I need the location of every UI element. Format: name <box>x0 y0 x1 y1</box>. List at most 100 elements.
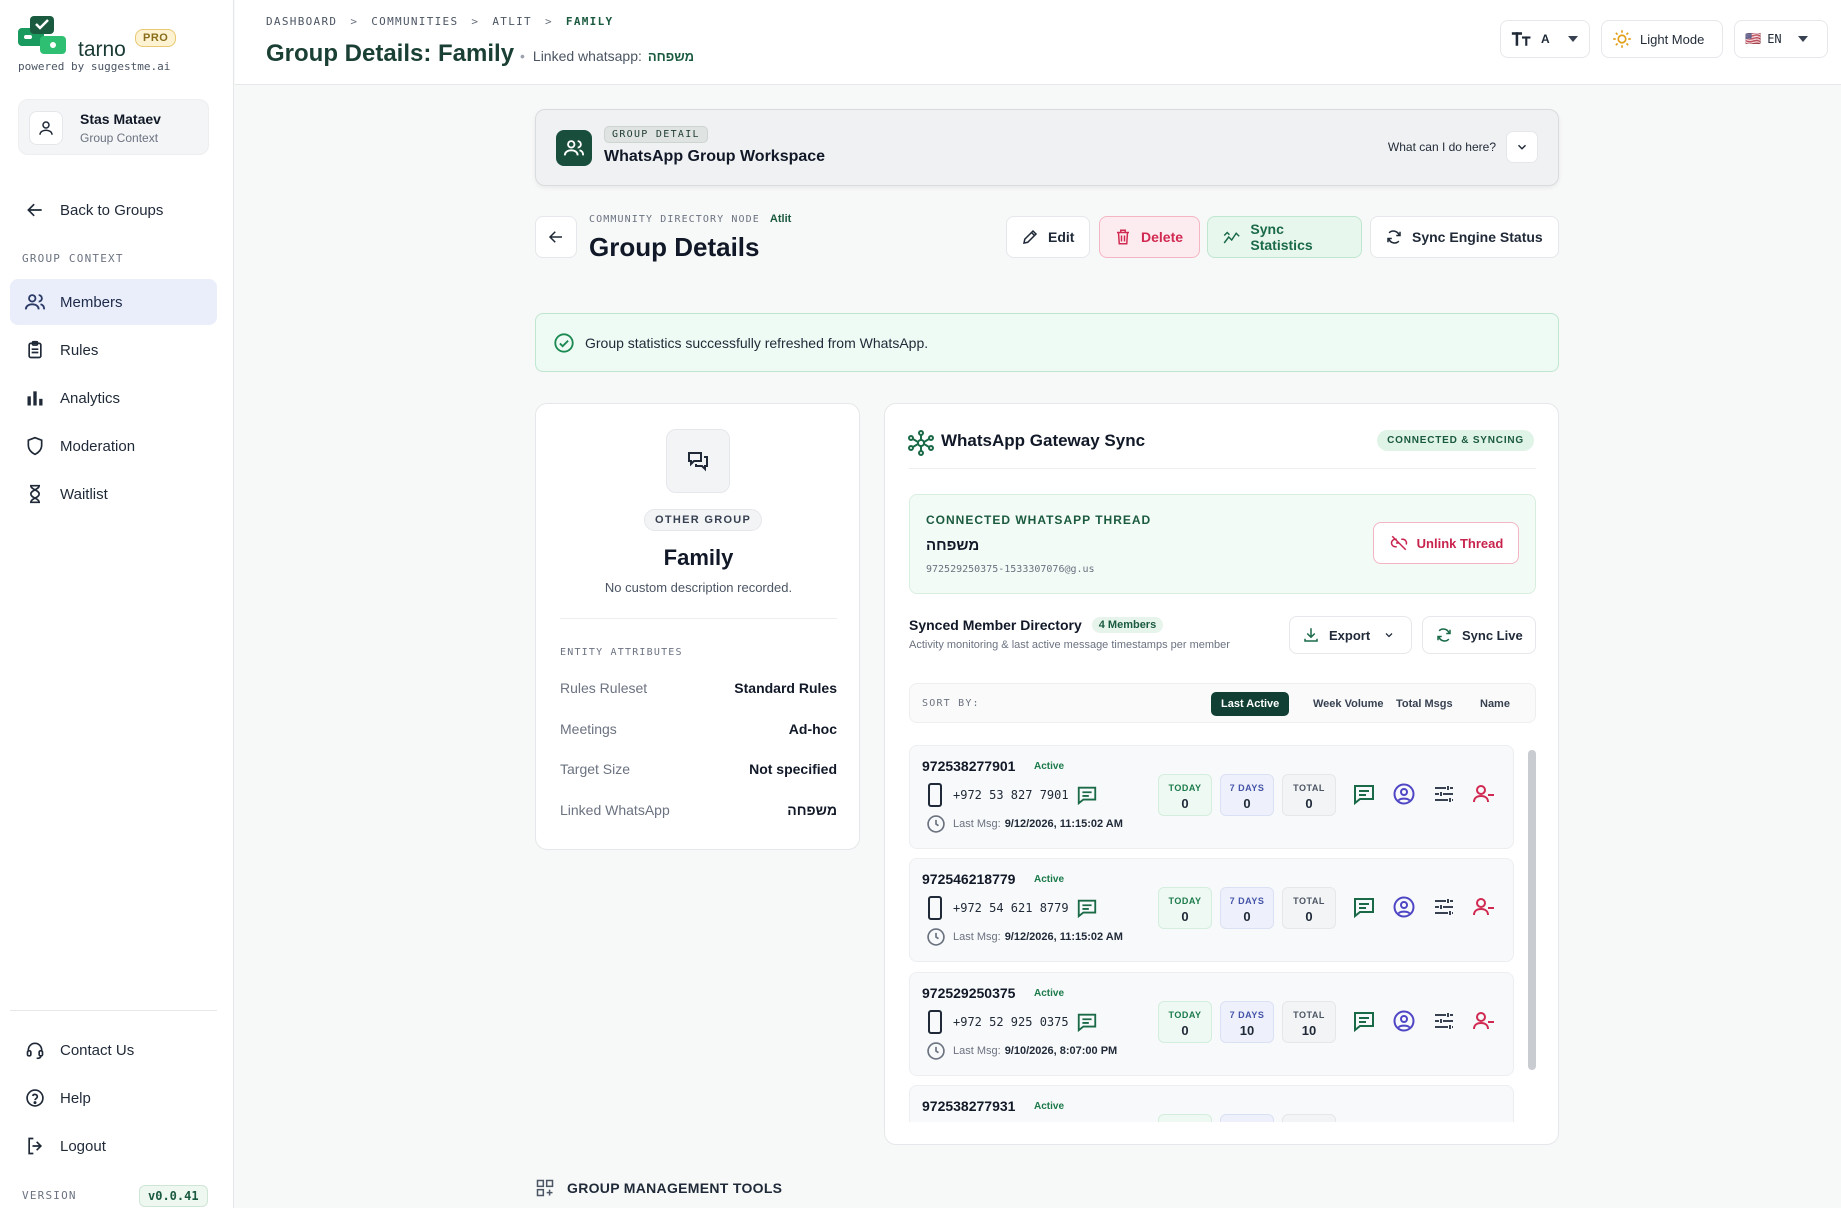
sliders-icon[interactable] <box>1432 895 1456 919</box>
chevron-right-icon: > <box>544 15 553 28</box>
message-icon[interactable] <box>1352 1009 1376 1033</box>
font-size-button[interactable]: A <box>1500 20 1590 58</box>
trash-icon <box>1117 229 1129 245</box>
grid-plus-icon <box>536 1179 554 1197</box>
message-icon[interactable] <box>1076 784 1098 806</box>
member-last-msg: Last Msg: 9/12/2026, 11:15:02 AM <box>953 818 1123 830</box>
message-icon[interactable] <box>1076 1011 1098 1033</box>
stat-today: TODAY 0 <box>1158 774 1212 816</box>
edit-button[interactable]: Edit <box>1006 216 1090 258</box>
language-select[interactable]: 🇺🇸 EN <box>1734 20 1828 58</box>
chevron-right-icon: > <box>350 15 359 28</box>
member-directory-subtitle: Activity monitoring & last active messag… <box>909 639 1230 651</box>
stat-value: 0 <box>1181 1023 1189 1038</box>
sort-week-volume[interactable]: Week Volume <box>1303 692 1394 716</box>
avatar <box>29 111 63 145</box>
message-icon[interactable] <box>1352 782 1376 806</box>
breadcrumb-atlit[interactable]: ATLIT <box>492 15 532 28</box>
sidebar-item-waitlist[interactable]: Waitlist <box>10 471 217 517</box>
sidebar-item-analytics[interactable]: Analytics <box>10 375 217 421</box>
phone-icon <box>928 783 942 807</box>
stat-label: TOTAL <box>1293 1010 1325 1020</box>
sidebar-item-help[interactable]: Help <box>10 1075 217 1121</box>
remove-user-icon[interactable] <box>1472 1009 1496 1033</box>
thread-name: משפחה <box>926 537 980 554</box>
shield-icon <box>27 436 43 456</box>
profile-icon[interactable] <box>1392 895 1416 919</box>
sidebar-item-rules[interactable]: Rules <box>10 327 217 373</box>
sort-bar: SORT BY: Last Active Week Volume Total M… <box>909 683 1536 723</box>
chevron-down-icon <box>1567 36 1578 42</box>
remove-user-icon[interactable] <box>1472 895 1496 919</box>
sync-engine-status-button[interactable]: Sync Engine Status <box>1370 216 1559 258</box>
scrollbar-thumb[interactable] <box>1528 750 1536 1070</box>
attribute-key: Meetings <box>560 721 617 737</box>
sidebar-item-members[interactable]: Members <box>10 279 217 325</box>
link-off-icon <box>1390 535 1407 551</box>
sync-card-title: WhatsApp Gateway Sync <box>941 431 1146 450</box>
linked-whatsapp-value: משפחה <box>647 48 695 64</box>
profile-icon[interactable] <box>1392 782 1416 806</box>
sync-statistics-button[interactable]: Sync Statistics <box>1207 216 1362 258</box>
back-button[interactable] <box>535 216 577 258</box>
sliders-icon[interactable] <box>1432 782 1456 806</box>
sort-last-active[interactable]: Last Active <box>1211 692 1290 716</box>
clipboard-icon <box>28 340 42 359</box>
member-id: 972538277901 <box>922 758 1016 774</box>
member-id: 972529250375 <box>922 985 1016 1001</box>
delete-button[interactable]: Delete <box>1099 216 1200 258</box>
check-circle-icon <box>554 332 574 353</box>
sort-total-msgs[interactable]: Total Msgs <box>1386 692 1463 716</box>
profile-icon[interactable] <box>1392 1009 1416 1033</box>
back-to-groups-link[interactable]: Back to Groups <box>10 187 217 233</box>
sort-name[interactable]: Name <box>1470 692 1520 716</box>
member-row[interactable]: 972538277931 Active <box>909 1085 1514 1122</box>
remove-user-icon[interactable] <box>1472 782 1496 806</box>
sidebar-item-contact-us[interactable]: Contact Us <box>10 1027 217 1073</box>
stat-today <box>1158 1114 1212 1122</box>
sidebar-item-logout[interactable]: Logout <box>10 1123 217 1169</box>
attribute-row-target-size: Target Size Not specified <box>560 761 837 777</box>
linked-whatsapp: • Linked whatsapp: משפחה <box>520 48 695 64</box>
user-card[interactable]: Stas Mataev Group Context <box>18 99 209 155</box>
help-toggle-label[interactable]: What can I do here? <box>1388 140 1496 154</box>
alert-message: Group statistics successfully refreshed … <box>585 334 929 351</box>
attribute-value: משפחה <box>787 802 837 818</box>
logo[interactable]: tarno PRO powered by suggestme.ai <box>18 16 228 76</box>
whatsapp-sync-card: WhatsApp Gateway Sync CONNECTED & SYNCIN… <box>884 403 1559 1145</box>
member-row[interactable]: 972529250375 Active +972 52 925 0375 Las… <box>909 972 1514 1076</box>
breadcrumb-dashboard[interactable]: DASHBOARD <box>266 15 337 28</box>
export-button[interactable]: Export <box>1289 616 1412 654</box>
sync-live-button[interactable]: Sync Live <box>1422 616 1536 654</box>
linked-whatsapp-label: Linked whatsapp: <box>532 48 642 64</box>
community-name[interactable]: Atlit <box>770 213 791 225</box>
member-phone: +972 52 925 0375 <box>953 1015 1069 1029</box>
breadcrumb-communities[interactable]: COMMUNITIES <box>371 15 458 28</box>
group-icon-box <box>666 429 730 493</box>
breadcrumb: DASHBOARD > COMMUNITIES > ATLIT > FAMILY <box>266 15 613 28</box>
message-icon[interactable] <box>1352 895 1376 919</box>
member-list-scrollbar[interactable] <box>1528 750 1536 1070</box>
theme-toggle-button[interactable]: Light Mode <box>1601 20 1723 58</box>
workspace-icon-box <box>556 130 592 166</box>
member-list[interactable]: 972538277901 Active +972 53 827 7901 Las… <box>909 742 1536 1122</box>
sliders-icon[interactable] <box>1432 1009 1456 1033</box>
stat-total <box>1282 1114 1336 1122</box>
chevron-down-icon <box>1517 144 1527 150</box>
stat-value: 0 <box>1305 909 1313 924</box>
message-icon[interactable] <box>1076 897 1098 919</box>
workspace-title: WhatsApp Group Workspace <box>604 148 826 165</box>
member-row[interactable]: 972546218779 Active +972 54 621 8779 Las… <box>909 858 1514 962</box>
member-row[interactable]: 972538277901 Active +972 53 827 7901 Las… <box>909 745 1514 849</box>
stat-label: TODAY <box>1168 1010 1202 1020</box>
sidebar-item-label: Members <box>60 293 123 311</box>
sidebar-item-moderation[interactable]: Moderation <box>10 423 217 469</box>
help-expand-button[interactable] <box>1506 131 1538 163</box>
phone-icon <box>928 1010 942 1034</box>
delete-label: Delete <box>1141 229 1184 245</box>
unlink-thread-button[interactable]: Unlink Thread <box>1373 522 1519 564</box>
stat-label: TOTAL <box>1293 896 1325 906</box>
attribute-key: Linked WhatsApp <box>560 802 670 818</box>
workspace-tag: GROUP DETAIL <box>604 126 708 143</box>
stat-7-days: 7 DAYS 0 <box>1220 774 1274 816</box>
